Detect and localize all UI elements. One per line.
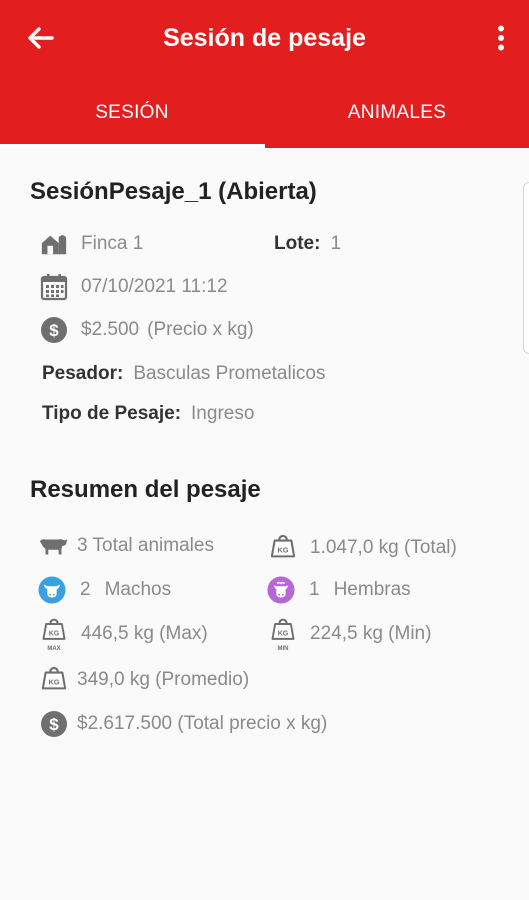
weighing-type-label: Tipo de Pesaje: <box>42 403 182 424</box>
overflow-menu-button[interactable] <box>491 20 511 56</box>
weigher-row: Pesador: Basculas Prometalicos <box>42 359 326 389</box>
females-count: 1 <box>309 579 320 600</box>
males-row: 2 Machos <box>38 575 171 605</box>
app-bar-title: Sesión de pesaje <box>163 24 366 52</box>
weigher-value: Basculas Prometalicos <box>133 363 326 384</box>
dollar-coin-icon: $ <box>40 710 68 738</box>
total-animals-value: 3 Total animales <box>77 535 214 556</box>
farm-house-icon <box>40 230 68 258</box>
farm-row: Finca 1 <box>40 229 143 259</box>
min-weight-row: MIN 224,5 kg (Min) <box>269 618 432 651</box>
lot-value: 1 <box>330 233 342 254</box>
tab-animals[interactable]: ANIMALES <box>265 84 529 148</box>
females-row: 1 Hembras <box>267 575 411 605</box>
total-price-row: $ $2.617.500 (Total precio x kg) <box>40 709 327 739</box>
price-unit: (Precio x kg) <box>147 319 254 340</box>
avg-weight-value: 349,0 kg (Promedio) <box>77 669 250 690</box>
svg-text:MAX: MAX <box>47 646 60 651</box>
cow-icon <box>38 532 68 560</box>
kg-weight-icon <box>40 666 68 694</box>
max-weight-value: 446,5 kg (Max) <box>81 623 208 644</box>
lot-label: Lote: <box>274 233 321 254</box>
calendar-icon <box>40 273 68 301</box>
session-datetime: 07/10/2021 11:12 <box>81 276 228 297</box>
session-content[interactable] <box>0 148 529 900</box>
price-value: $2.500 <box>81 319 140 340</box>
summary-title: Resumen del pesaje <box>30 476 261 503</box>
weigher-label: Pesador: <box>42 363 124 384</box>
weighing-type-value: Ingreso <box>191 403 255 424</box>
dollar-coin-icon: $ <box>40 316 68 344</box>
avg-weight-row: 349,0 kg (Promedio) <box>40 665 249 695</box>
females-label: Hembras <box>333 579 411 600</box>
app-bar: Sesión de pesaje SESIÓN ANIMALES <box>0 0 529 148</box>
date-row: 07/10/2021 11:12 <box>40 272 228 302</box>
svg-text:$: $ <box>49 321 59 340</box>
cow-face-icon <box>267 576 295 604</box>
side-panel-edge[interactable] <box>523 182 529 354</box>
lot-row: Lote: 1 <box>274 229 341 259</box>
total-animals-row: 3 Total animales <box>38 531 214 561</box>
max-weight-row: MAX 446,5 kg (Max) <box>40 618 208 651</box>
kg-min-icon: MIN <box>269 618 297 651</box>
total-weight-value: 1.047,0 kg (Total) <box>310 537 457 558</box>
males-count: 2 <box>80 579 91 600</box>
tab-session[interactable]: SESIÓN <box>0 84 264 148</box>
total-weight-row: 1.047,0 kg (Total) <box>269 533 457 563</box>
weighing-type-row: Tipo de Pesaje: Ingreso <box>42 399 254 429</box>
farm-value: Finca 1 <box>81 233 144 254</box>
kg-weight-icon <box>269 534 297 562</box>
males-label: Machos <box>104 579 172 600</box>
session-title: SesiónPesaje_1 (Abierta) <box>30 178 317 205</box>
min-weight-value: 224,5 kg (Min) <box>310 623 432 644</box>
bull-face-icon <box>38 576 66 604</box>
svg-text:$: $ <box>49 715 59 734</box>
kg-max-icon: MAX <box>40 618 68 651</box>
price-row: $ $2.500 (Precio x kg) <box>40 315 254 345</box>
svg-text:MIN: MIN <box>278 646 289 651</box>
more-vert-icon <box>498 25 504 51</box>
total-price-value: $2.617.500 (Total precio x kg) <box>77 713 328 734</box>
